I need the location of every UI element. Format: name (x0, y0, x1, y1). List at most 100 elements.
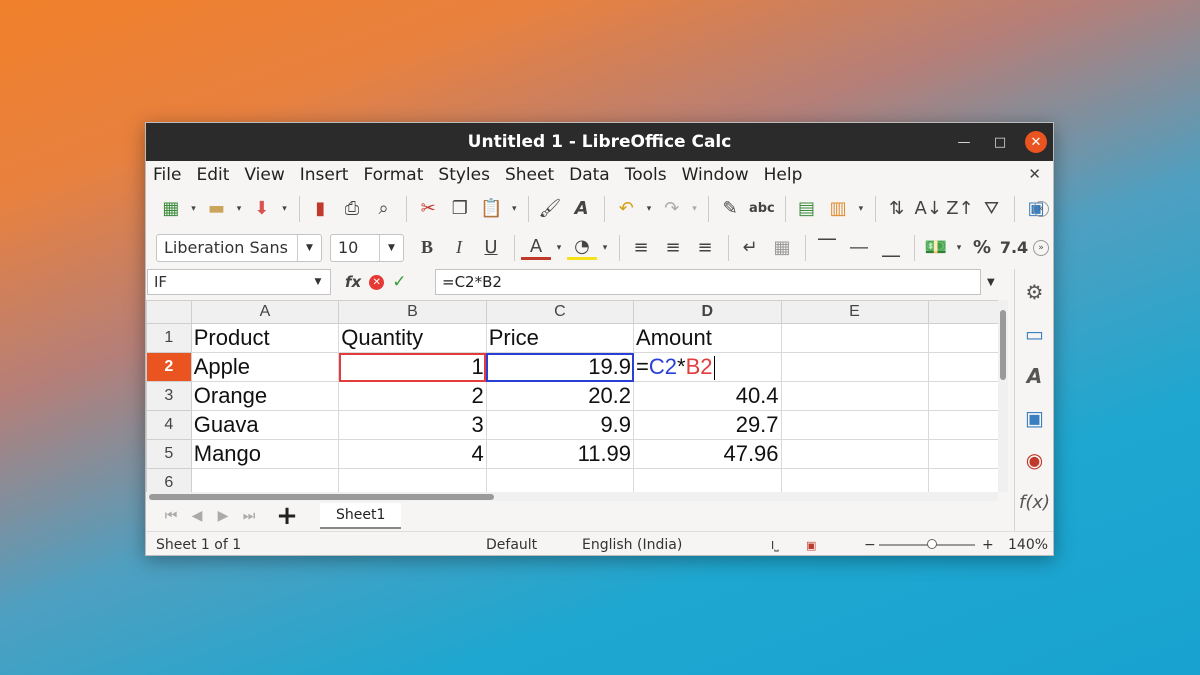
sort-icon[interactable]: ⇅ (882, 194, 912, 224)
redo-dropdown-icon[interactable]: ▾ (689, 194, 701, 224)
save-dropdown-icon[interactable]: ▾ (279, 194, 291, 224)
cell-b1[interactable]: Quantity (338, 323, 487, 353)
name-box-dropdown-icon[interactable]: ▼ (306, 270, 330, 294)
cell-a5[interactable]: Mango (190, 439, 340, 469)
print-preview-icon[interactable]: ⌕ (369, 194, 399, 224)
last-sheet-icon[interactable]: ⏭ (236, 508, 262, 524)
spelling-icon[interactable]: abc (747, 194, 777, 224)
undo-icon[interactable]: ↶ (611, 194, 641, 224)
select-all-corner[interactable] (146, 300, 192, 324)
cell-f2[interactable] (927, 352, 1008, 382)
background-color-dropdown-icon[interactable]: ▾ (599, 233, 611, 263)
cell-d2-editing[interactable]: =C2*B2 (633, 352, 782, 382)
cell-b4[interactable]: 3 (338, 410, 487, 440)
currency-format-icon[interactable]: 💵 (921, 233, 951, 263)
row-header-4[interactable]: 4 (146, 410, 192, 440)
cell-d1[interactable]: Amount (633, 323, 782, 353)
menu-insert[interactable]: Insert (300, 165, 349, 185)
align-right-icon[interactable]: ≡ (690, 233, 720, 263)
maximize-icon[interactable]: □ (989, 131, 1011, 153)
menu-sheet[interactable]: Sheet (505, 165, 554, 185)
column-dropdown-icon[interactable]: ▾ (855, 194, 867, 224)
close-window-icon[interactable]: ✕ (1025, 131, 1047, 153)
cell-f3[interactable] (927, 381, 1008, 411)
copy-icon[interactable]: ❐ (445, 194, 475, 224)
column-header-a[interactable]: A (190, 300, 340, 324)
more-format-options-icon[interactable]: » (1033, 239, 1049, 256)
wrap-text-icon[interactable]: ↵ (735, 233, 765, 263)
font-size-box[interactable]: 10 ▼ (330, 233, 404, 262)
zoom-slider-handle[interactable] (927, 539, 937, 549)
sort-descending-icon[interactable]: Z↑ (945, 194, 975, 224)
column-icon[interactable]: ▥ (823, 194, 853, 224)
cell-e2[interactable] (780, 352, 929, 382)
cell-a1[interactable]: Product (190, 323, 340, 353)
cell-c6[interactable] (485, 468, 635, 492)
previous-sheet-icon[interactable]: ◀ (184, 508, 210, 524)
column-header-b[interactable]: B (338, 300, 487, 324)
spreadsheet-grid[interactable]: A B C D E 1 Product Quantity Price Amoun… (146, 300, 1008, 492)
accept-icon[interactable]: ✓ (392, 272, 406, 292)
gallery-icon[interactable]: ▣ (1022, 405, 1048, 431)
row-header-1[interactable]: 1 (146, 323, 192, 353)
align-top-icon[interactable]: ⎺ (812, 233, 842, 263)
font-color-dropdown-icon[interactable]: ▾ (553, 233, 565, 263)
cell-c3[interactable]: 20.2 (485, 381, 635, 411)
cell-f1[interactable] (927, 323, 1008, 353)
cell-f5[interactable] (927, 439, 1008, 469)
italic-icon[interactable]: I (444, 233, 474, 263)
zoom-level[interactable]: 140% (1008, 537, 1048, 553)
vertical-scroll-thumb[interactable] (1000, 310, 1006, 380)
cell-d6[interactable] (633, 468, 782, 492)
close-document-icon[interactable]: ✕ (1028, 165, 1041, 183)
undo-dropdown-icon[interactable]: ▾ (643, 194, 655, 224)
underline-icon[interactable]: U (476, 233, 506, 263)
row-header-2[interactable]: 2 (146, 352, 192, 382)
row-icon[interactable]: ▤ (792, 194, 822, 224)
paste-icon[interactable]: 📋 (477, 194, 507, 224)
cell-a6[interactable] (190, 468, 340, 492)
cell-a4[interactable]: Guava (190, 410, 340, 440)
currency-dropdown-icon[interactable]: ▾ (953, 233, 965, 263)
new-spreadsheet-icon[interactable]: ▦ (156, 194, 186, 224)
font-color-icon[interactable]: A (521, 236, 551, 260)
menu-window[interactable]: Window (682, 165, 749, 185)
sheet-tab-sheet1[interactable]: Sheet1 (320, 503, 402, 529)
font-size-dropdown-icon[interactable]: ▼ (379, 234, 403, 261)
menu-view[interactable]: View (244, 165, 284, 185)
styles-icon[interactable]: A (1022, 363, 1048, 389)
zoom-out-button[interactable]: − (864, 537, 876, 553)
cell-b3[interactable]: 2 (338, 381, 487, 411)
merge-cells-icon[interactable]: ▦ (767, 233, 797, 263)
next-sheet-icon[interactable]: ▶ (210, 508, 236, 524)
cell-f6[interactable] (927, 468, 1008, 492)
number-format-icon[interactable]: 7.4 (999, 233, 1029, 263)
menu-styles[interactable]: Styles (438, 165, 490, 185)
cell-e3[interactable] (780, 381, 929, 411)
save-icon[interactable]: ⬇ (247, 194, 277, 224)
export-pdf-icon[interactable]: ▮ (305, 194, 335, 224)
clear-formatting-icon[interactable]: A (567, 194, 597, 224)
column-header-d[interactable]: D (633, 300, 782, 324)
new-dropdown-icon[interactable]: ▾ (188, 194, 200, 224)
background-color-icon[interactable]: ◔ (567, 236, 597, 260)
cell-e1[interactable] (780, 323, 929, 353)
cell-c1[interactable]: Price (485, 323, 635, 353)
minimize-icon[interactable]: — (953, 131, 975, 153)
vertical-scrollbar[interactable] (998, 300, 1008, 492)
cell-d4[interactable]: 29.7 (633, 410, 782, 440)
open-folder-icon[interactable]: ▬ (202, 194, 232, 224)
add-sheet-icon[interactable]: + (272, 501, 302, 531)
column-header-e[interactable]: E (780, 300, 929, 324)
cell-e5[interactable] (780, 439, 929, 469)
cell-b5[interactable]: 4 (338, 439, 487, 469)
zoom-in-button[interactable]: + (982, 537, 994, 553)
first-sheet-icon[interactable]: ⏮ (158, 508, 184, 524)
align-bottom-icon[interactable]: ⎽ (876, 233, 906, 263)
cell-b2[interactable]: 1 (338, 352, 487, 382)
cell-a2[interactable]: Apple (190, 352, 340, 382)
font-name-box[interactable]: Liberation Sans ▼ (156, 233, 322, 262)
find-replace-icon[interactable]: ✎ (715, 194, 745, 224)
menu-format[interactable]: Format (363, 165, 423, 185)
align-center-icon[interactable]: ≡ (658, 233, 688, 263)
